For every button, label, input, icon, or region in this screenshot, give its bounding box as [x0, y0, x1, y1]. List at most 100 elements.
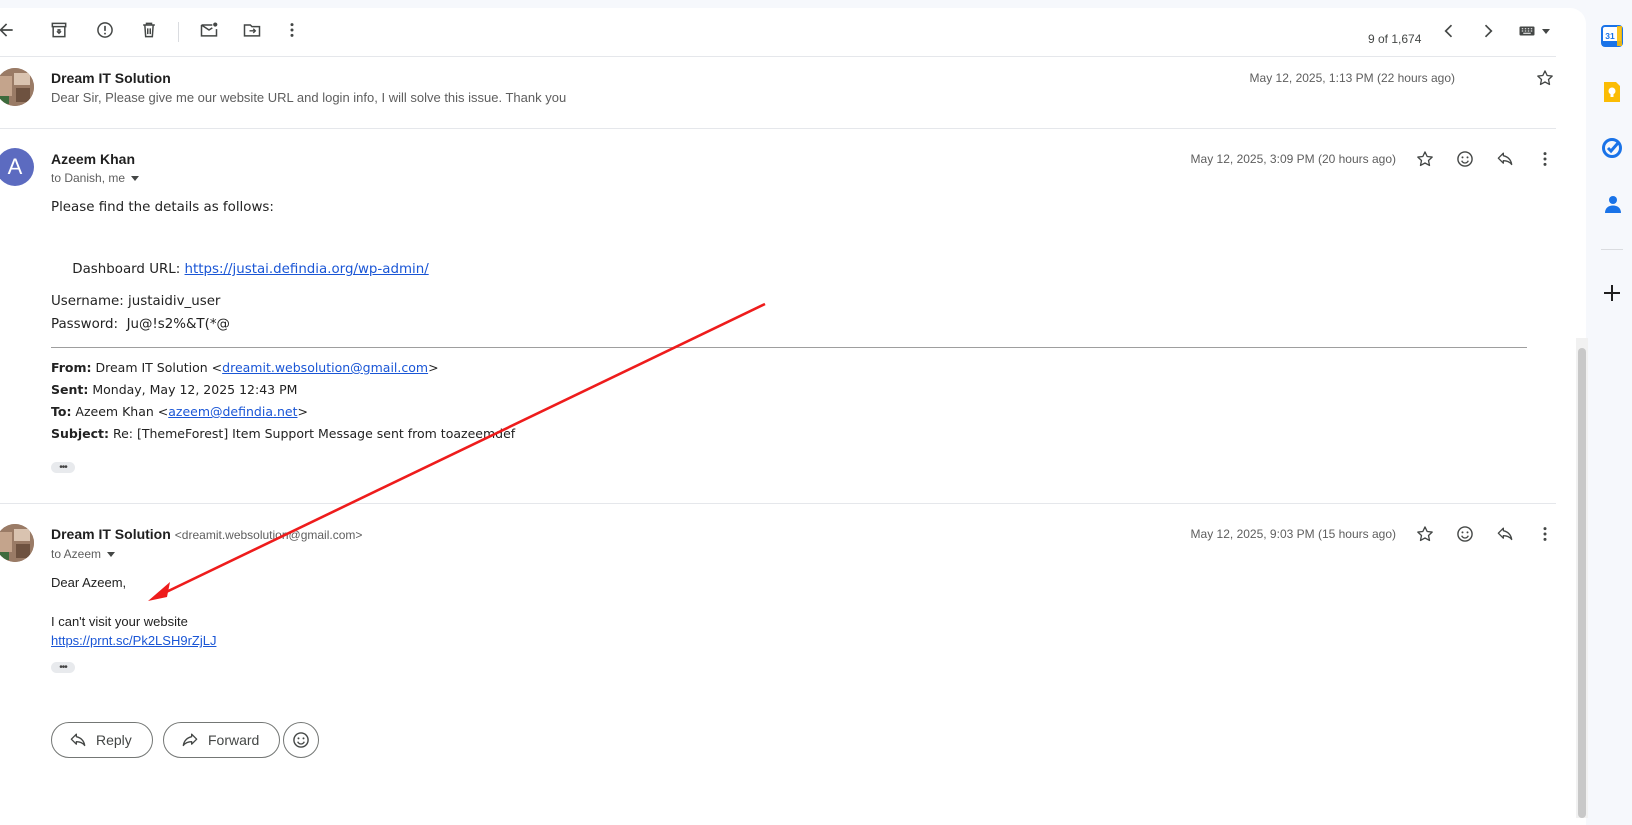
quoted-sent-label: Sent: — [51, 382, 89, 397]
tasks-app-button[interactable] — [1601, 137, 1623, 159]
avatar — [0, 524, 34, 562]
sender-name[interactable]: Azeem Khan — [51, 151, 135, 167]
reply-button[interactable] — [1489, 518, 1521, 550]
forward-label: Forward — [208, 732, 260, 748]
star-icon — [1417, 526, 1433, 542]
reply-label: Reply — [96, 732, 132, 748]
dashboard-label: Dashboard URL: — [68, 262, 185, 277]
get-addons-button[interactable] — [1601, 282, 1623, 304]
star-button[interactable] — [1529, 62, 1561, 94]
contacts-icon — [1605, 196, 1621, 213]
contacts-app-button[interactable] — [1601, 193, 1623, 215]
recipients-text: to Danish, me — [51, 171, 126, 185]
quoted-to-name: Azeem Khan < — [71, 404, 169, 419]
reply-button[interactable] — [1489, 143, 1521, 175]
quote-divider — [51, 347, 1527, 348]
older-button[interactable] — [1472, 15, 1504, 47]
show-trimmed-content-button[interactable]: ••• — [51, 662, 75, 673]
quoted-subject-value: Re: [ThemeForest] Item Support Message s… — [109, 426, 516, 441]
keyboard-icon — [1519, 26, 1535, 36]
message-greeting: Dear Azeem, — [51, 575, 127, 590]
screenshot-link[interactable]: https://prnt.sc/Pk2LSH9rZjLJ — [51, 633, 216, 648]
keep-icon — [1604, 82, 1620, 102]
quoted-to: To: Azeem Khan <azeem@defindia.net> — [51, 404, 308, 419]
recipients-toggle[interactable]: to Azeem — [51, 547, 116, 561]
star-button[interactable] — [1409, 518, 1441, 550]
report-spam-button[interactable] — [89, 14, 121, 46]
quoted-from: From: Dream IT Solution <dreamit.websolu… — [51, 360, 439, 375]
move-to-icon — [243, 24, 261, 37]
add-reaction-pill-button[interactable] — [283, 722, 319, 758]
add-reaction-button[interactable] — [1449, 518, 1481, 550]
archive-icon — [51, 22, 67, 38]
dashboard-url-line: Dashboard URL: https://justai.defindia.o… — [51, 247, 429, 292]
message-date: May 12, 2025, 1:13 PM (22 hours ago) — [1249, 71, 1455, 85]
report-spam-icon — [97, 22, 113, 38]
mark-unread-icon — [200, 22, 218, 37]
arrow-left-icon — [0, 23, 13, 37]
forward-icon — [182, 733, 198, 747]
username-line: Username: justaidiv_user — [51, 294, 221, 309]
avatar — [0, 68, 34, 106]
message-more-button[interactable] — [1529, 143, 1561, 175]
quoted-from-label: From: — [51, 360, 92, 375]
show-trimmed-content-button[interactable]: ••• — [51, 462, 75, 473]
chevron-down-icon — [131, 175, 140, 181]
quoted-from-close: > — [428, 360, 439, 375]
sender-email: <dreamit.websolution@gmail.com> — [174, 528, 363, 542]
reply-icon — [70, 733, 86, 747]
star-icon — [1417, 151, 1433, 167]
quoted-to-label: To: — [51, 404, 72, 419]
reply-pill-button[interactable]: Reply — [51, 722, 153, 758]
message-more-button[interactable] — [1529, 518, 1561, 550]
quoted-sent-value: Monday, May 12, 2025 12:43 PM — [88, 382, 298, 397]
tasks-icon — [1602, 138, 1622, 158]
star-icon — [1537, 70, 1553, 86]
quoted-from-email-link[interactable]: dreamit.websolution@gmail.com — [222, 360, 428, 375]
quoted-subject-label: Subject: — [51, 426, 109, 441]
dashboard-url-link[interactable]: https://justai.defindia.org/wp-admin/ — [185, 262, 429, 277]
sender-name: Dream IT Solution — [51, 70, 171, 86]
newer-button[interactable] — [1433, 15, 1465, 47]
message-divider — [0, 128, 1556, 129]
avatar: A — [0, 148, 34, 186]
forward-pill-button[interactable]: Forward — [163, 722, 281, 758]
sender-name[interactable]: Dream IT Solution <dreamit.websolution@gm… — [51, 526, 362, 542]
star-button[interactable] — [1409, 143, 1441, 175]
keep-app-button[interactable] — [1601, 81, 1623, 103]
toolbar-divider-line — [0, 56, 1556, 57]
back-button[interactable] — [0, 14, 22, 46]
toolbar-divider — [178, 22, 179, 42]
emoji-icon — [1457, 526, 1473, 542]
quoted-to-email-link[interactable]: azeem@defindia.net — [168, 404, 297, 419]
add-reaction-button[interactable] — [1449, 143, 1481, 175]
more-vert-icon — [1543, 152, 1547, 166]
message-date: May 12, 2025, 9:03 PM (15 hours ago) — [1190, 527, 1396, 541]
recipients-toggle[interactable]: to Danish, me — [51, 171, 140, 185]
chevron-right-icon — [1484, 24, 1493, 38]
move-to-button[interactable] — [236, 14, 268, 46]
scrollbar-thumb[interactable] — [1578, 348, 1586, 818]
delete-button[interactable] — [133, 14, 165, 46]
calendar-app-button[interactable]: 31 — [1601, 25, 1623, 47]
mark-unread-button[interactable] — [193, 14, 225, 46]
quoted-subject: Subject: Re: [ThemeForest] Item Support … — [51, 426, 515, 441]
avatar-photo-icon — [0, 524, 34, 562]
archive-button[interactable] — [43, 14, 75, 46]
avatar-photo-icon — [0, 68, 34, 106]
input-tools-button[interactable] — [1512, 15, 1556, 47]
chevron-down-icon — [107, 551, 116, 557]
more-vert-icon — [290, 23, 294, 37]
sender-display-name: Dream IT Solution — [51, 526, 171, 542]
message-divider — [0, 503, 1556, 504]
emoji-icon — [1457, 151, 1473, 167]
more-options-button[interactable] — [276, 14, 308, 46]
message-snippet: Dear Sir, Please give me our website URL… — [51, 90, 567, 105]
more-vert-icon — [1543, 527, 1547, 541]
quoted-sent: Sent: Monday, May 12, 2025 12:43 PM — [51, 382, 297, 397]
reply-icon — [1497, 152, 1513, 166]
message-body-line: Please find the details as follows: — [51, 200, 274, 215]
side-panel-divider — [1601, 249, 1623, 250]
quoted-from-name: Dream IT Solution < — [91, 360, 223, 375]
trash-icon — [143, 22, 155, 38]
